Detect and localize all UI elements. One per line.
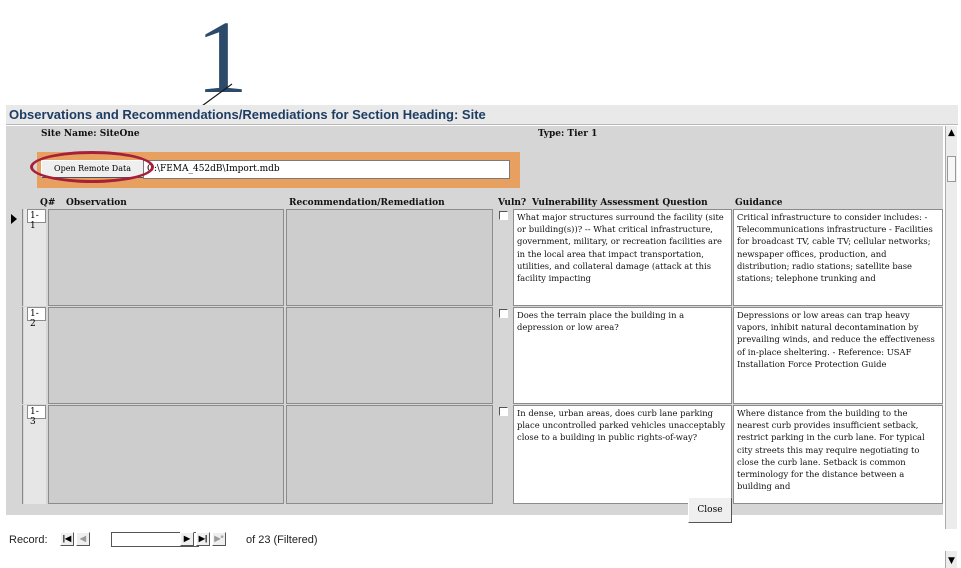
record-navigator: Record: |◀ ◀ 1 ▶ ▶| ▶* of 23 (Filtered) — [6, 529, 958, 551]
question-number: 1-2 — [27, 307, 46, 329]
guidance-cell: Critical infrastructure to consider incl… — [733, 209, 943, 306]
guidance-cell: Depressions or low areas can trap heavy … — [733, 307, 943, 404]
record-label: Record: — [9, 534, 48, 546]
column-header-observation: Observation — [66, 198, 127, 208]
table-row: 1-3 In dense, urban areas, does curb lan… — [6, 405, 943, 504]
scroll-up-arrow-icon[interactable]: ▲ — [946, 126, 957, 140]
type-label: Type: Tier 1 — [538, 129, 598, 139]
close-button[interactable]: Close — [688, 497, 732, 523]
next-record-icon[interactable]: ▶ — [180, 532, 194, 546]
recommendation-cell[interactable] — [286, 307, 493, 404]
vuln-checkbox[interactable] — [499, 309, 508, 318]
question-cell: Does the terrain place the building in a… — [513, 307, 732, 404]
guidance-cell: Where distance from the building to the … — [733, 405, 943, 504]
subform-window: Observations and Recommendations/Remedia… — [6, 105, 958, 568]
vertical-scrollbar[interactable]: ▲ ▼ — [945, 126, 957, 568]
new-record-icon[interactable]: ▶* — [212, 532, 226, 546]
vuln-checkbox[interactable] — [499, 211, 508, 220]
recommendation-cell[interactable] — [286, 405, 493, 504]
column-header-vuln: Vuln? — [498, 198, 527, 208]
question-number: 1-1 — [27, 209, 46, 231]
vuln-checkbox[interactable] — [499, 407, 508, 416]
row-selector[interactable] — [6, 405, 23, 504]
question-number: 1-3 — [27, 405, 46, 427]
callout-number: 1 — [196, 0, 248, 115]
observation-cell[interactable] — [48, 307, 284, 404]
column-header-recommendation: Recommendation/Remediation — [289, 198, 445, 208]
last-record-icon[interactable]: ▶| — [196, 532, 210, 546]
observation-cell[interactable] — [48, 405, 284, 504]
first-record-icon[interactable]: |◀ — [60, 532, 74, 546]
observation-cell[interactable] — [48, 209, 284, 306]
table-row: 1-2 Does the terrain place the building … — [6, 307, 943, 404]
window-title: Observations and Recommendations/Remedia… — [6, 105, 958, 125]
recommendation-cell[interactable] — [286, 209, 493, 306]
highlight-circle — [30, 151, 154, 183]
site-name-label: Site Name: SiteOne — [41, 129, 140, 139]
row-selector[interactable] — [6, 307, 23, 404]
column-header-question: Vulnerability Assessment Question — [532, 198, 708, 208]
current-record-arrow-icon — [11, 214, 17, 224]
previous-record-icon[interactable]: ◀ — [76, 532, 90, 546]
question-cell: In dense, urban areas, does curb lane pa… — [513, 405, 732, 504]
row-selector[interactable] — [6, 209, 23, 306]
scroll-down-arrow-icon[interactable]: ▼ — [946, 554, 957, 568]
question-cell: What major structures surround the facil… — [513, 209, 732, 306]
table-row: 1-1 What major structures surround the f… — [6, 209, 943, 306]
scroll-thumb[interactable] — [947, 156, 956, 182]
record-count: of 23 (Filtered) — [246, 534, 318, 546]
column-header-guidance: Guidance — [735, 198, 783, 208]
remote-path-field[interactable]: C:\FEMA_452dB\Import.mdb — [143, 160, 510, 179]
observations-form: Site Name: SiteOne Type: Tier 1 Open Rem… — [6, 126, 943, 523]
column-header-q: Q# — [40, 198, 56, 208]
